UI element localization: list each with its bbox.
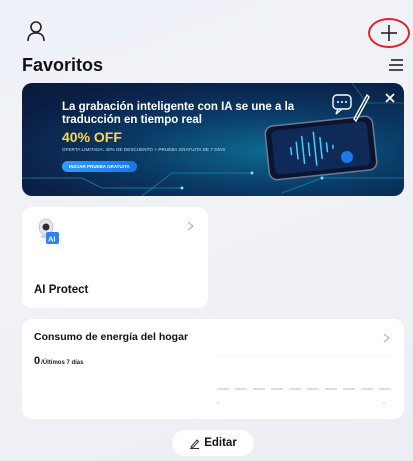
pencil-icon bbox=[190, 438, 200, 449]
chevron-right-icon bbox=[383, 333, 390, 343]
camera-ai-icon: AI bbox=[38, 218, 59, 244]
plus-icon bbox=[381, 25, 397, 41]
hamburger-menu-icon[interactable] bbox=[388, 58, 404, 72]
energy-sparkline bbox=[217, 354, 392, 404]
chevron-right-icon bbox=[187, 221, 194, 231]
top-bar bbox=[0, 0, 413, 50]
user-icon[interactable] bbox=[26, 20, 46, 42]
svg-text:AI: AI bbox=[48, 235, 56, 244]
device-name: AI Protect bbox=[34, 284, 89, 296]
energy-card[interactable]: Consumo de energía del hogar 0/Últimos 7… bbox=[22, 319, 404, 419]
energy-value-row: 0/Últimos 7 días bbox=[34, 355, 83, 367]
energy-title: Consumo de energía del hogar bbox=[34, 331, 189, 343]
edit-label: Editar bbox=[204, 437, 237, 449]
chat-pen-icon bbox=[332, 93, 370, 123]
promo-banner[interactable]: La grabación inteligente con IA se une a… bbox=[22, 83, 404, 196]
close-icon[interactable] bbox=[385, 93, 395, 103]
add-button[interactable] bbox=[368, 18, 410, 48]
banner-cta-button[interactable]: INICIAR PRUEBA GRATUITA bbox=[62, 161, 137, 172]
banner-fine-print: OFERTA LIMITADA: 40% DE DESCUENTO + PRUE… bbox=[62, 147, 226, 152]
edit-button[interactable]: Editar bbox=[172, 430, 254, 456]
energy-period: /Últimos 7 días bbox=[41, 360, 84, 366]
energy-value: 0 bbox=[34, 355, 41, 367]
banner-price: 40% OFF bbox=[62, 129, 122, 145]
page-title: Favoritos bbox=[22, 55, 104, 75]
device-card-ai-protect[interactable]: AI AI Protect bbox=[22, 207, 208, 308]
